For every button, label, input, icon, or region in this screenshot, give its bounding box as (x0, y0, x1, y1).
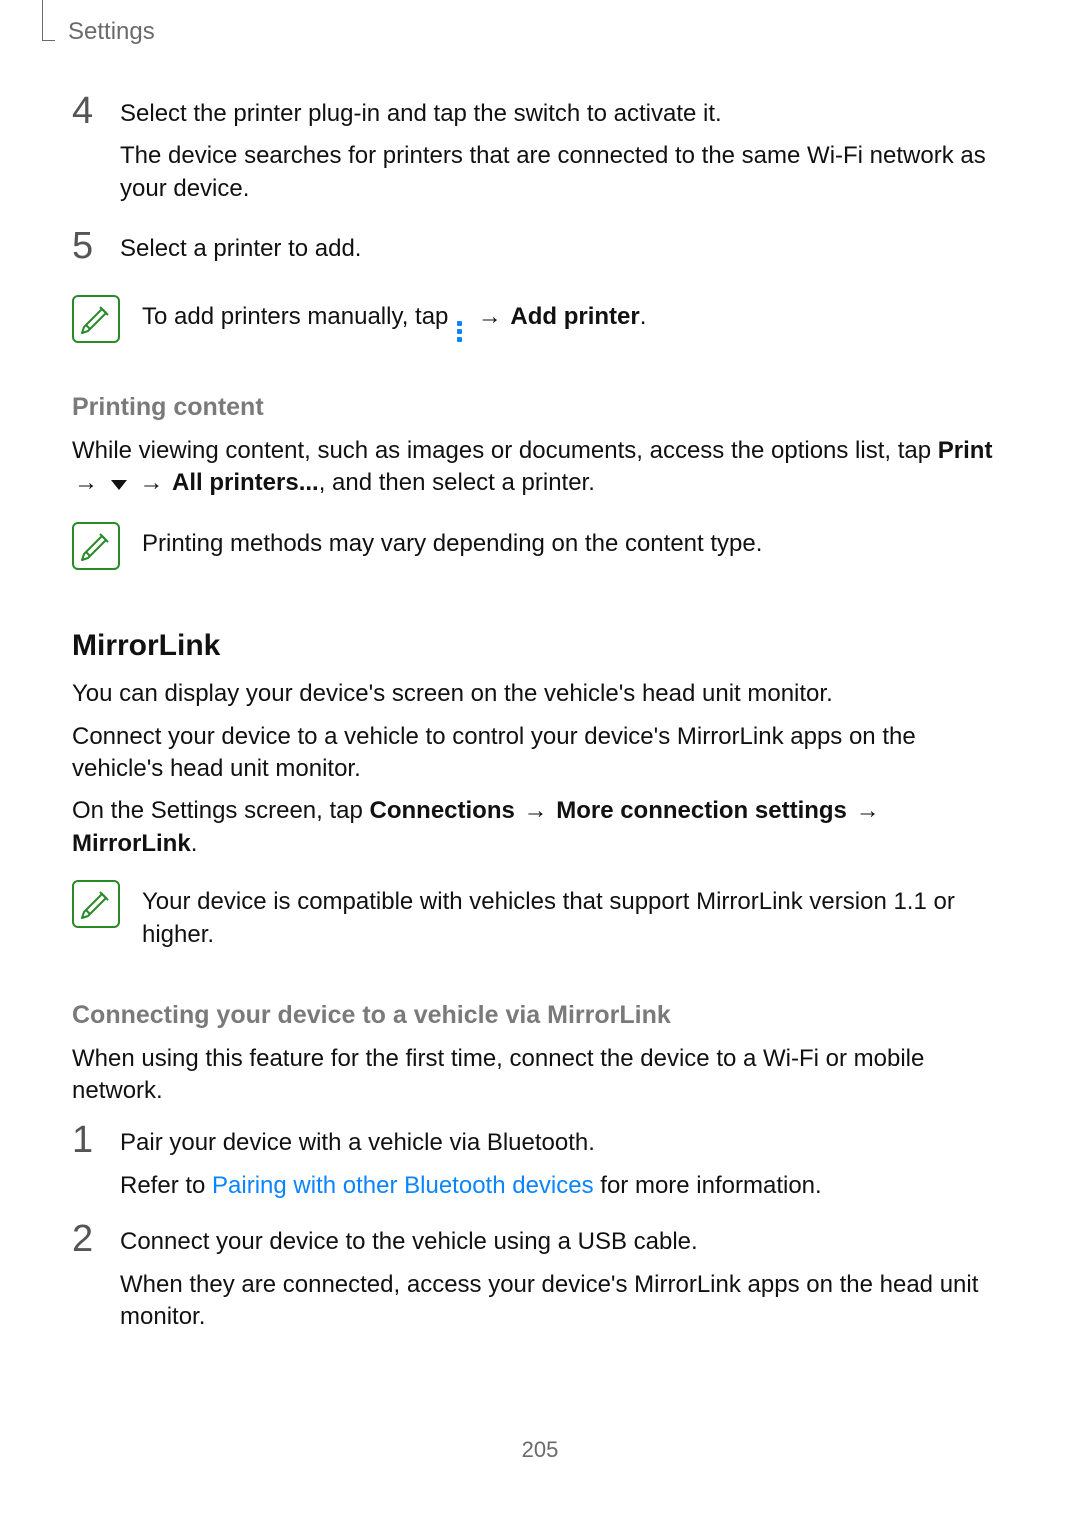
note-icon (72, 880, 120, 928)
step-5: 5 Select a printer to add. (72, 233, 1008, 271)
step-text: When they are connected, access your dev… (120, 1269, 1008, 1334)
note-icon (72, 522, 120, 570)
step-body: Select the printer plug-in and tap the s… (120, 98, 1008, 205)
arrow-icon: → (524, 797, 548, 824)
bold-text: Connections (370, 797, 515, 824)
link-bluetooth-pairing[interactable]: Pairing with other Bluetooth devices (212, 1172, 594, 1199)
step-text: Pair your device with a vehicle via Blue… (120, 1127, 1008, 1159)
note-mirrorlink-version: Your device is compatible with vehicles … (72, 880, 1008, 951)
text: . (640, 303, 647, 330)
step-text: The device searches for printers that ar… (120, 140, 1008, 205)
step-1: 1 Pair your device with a vehicle via Bl… (72, 1127, 1008, 1202)
note-print-methods: Printing methods may vary depending on t… (72, 522, 1008, 570)
paragraph: Connect your device to a vehicle to cont… (72, 721, 1008, 786)
paragraph: You can display your device's screen on … (72, 678, 1008, 710)
step-text: Connect your device to the vehicle using… (120, 1226, 1008, 1258)
arrow-icon: → (139, 469, 163, 496)
step-number: 4 (72, 92, 98, 130)
text: , and then select a printer. (319, 469, 595, 496)
step-text: Select the printer plug-in and tap the s… (120, 98, 1008, 130)
text: While viewing content, such as images or… (72, 437, 938, 464)
pencil-icon (80, 888, 112, 920)
step-body: Pair your device with a vehicle via Blue… (120, 1127, 1008, 1202)
paragraph: While viewing content, such as images or… (72, 435, 1008, 502)
step-4: 4 Select the printer plug-in and tap the… (72, 98, 1008, 205)
arrow-icon: → (74, 469, 98, 496)
pencil-icon (80, 303, 112, 335)
text: for more information. (594, 1172, 822, 1199)
dropdown-icon (109, 469, 129, 501)
note-add-printer: To add printers manually, tap → Add prin… (72, 295, 1008, 343)
subheading-printing-content: Printing content (72, 391, 1008, 425)
pencil-icon (80, 530, 112, 562)
heading-mirrorlink: MirrorLink (72, 626, 1008, 667)
step-text: Select a printer to add. (120, 233, 1008, 265)
step-number: 5 (72, 227, 98, 265)
step-body: Select a printer to add. (120, 233, 1008, 265)
bold-text: More connection settings (556, 797, 847, 824)
page-number: 205 (0, 1435, 1080, 1465)
step-number: 1 (72, 1121, 98, 1159)
paragraph: When using this feature for the first ti… (72, 1043, 1008, 1108)
step-number: 2 (72, 1220, 98, 1258)
header-tick (42, 0, 55, 41)
bold-text: Print (938, 437, 993, 464)
page-header: Settings (72, 0, 1008, 60)
note-text: To add printers manually, tap → Add prin… (142, 295, 1008, 342)
step-2: 2 Connect your device to the vehicle usi… (72, 1226, 1008, 1333)
arrow-icon: → (478, 303, 502, 330)
note-icon (72, 295, 120, 343)
note-text: Your device is compatible with vehicles … (142, 880, 1008, 951)
text: On the Settings screen, tap (72, 797, 370, 824)
more-options-icon (457, 321, 467, 342)
text: To add printers manually, tap (142, 303, 455, 330)
step-text: Refer to Pairing with other Bluetooth de… (120, 1170, 1008, 1202)
arrow-icon: → (856, 797, 880, 824)
note-text: Printing methods may vary depending on t… (142, 522, 1008, 560)
paragraph: On the Settings screen, tap Connections … (72, 795, 1008, 860)
step-body: Connect your device to the vehicle using… (120, 1226, 1008, 1333)
header-title: Settings (68, 16, 155, 48)
subheading-connect-vehicle: Connecting your device to a vehicle via … (72, 999, 1008, 1033)
text: Refer to (120, 1172, 212, 1199)
bold-text: Add printer (510, 303, 639, 330)
bold-text: All printers... (172, 469, 319, 496)
bold-text: MirrorLink (72, 830, 191, 857)
text: . (191, 830, 198, 857)
